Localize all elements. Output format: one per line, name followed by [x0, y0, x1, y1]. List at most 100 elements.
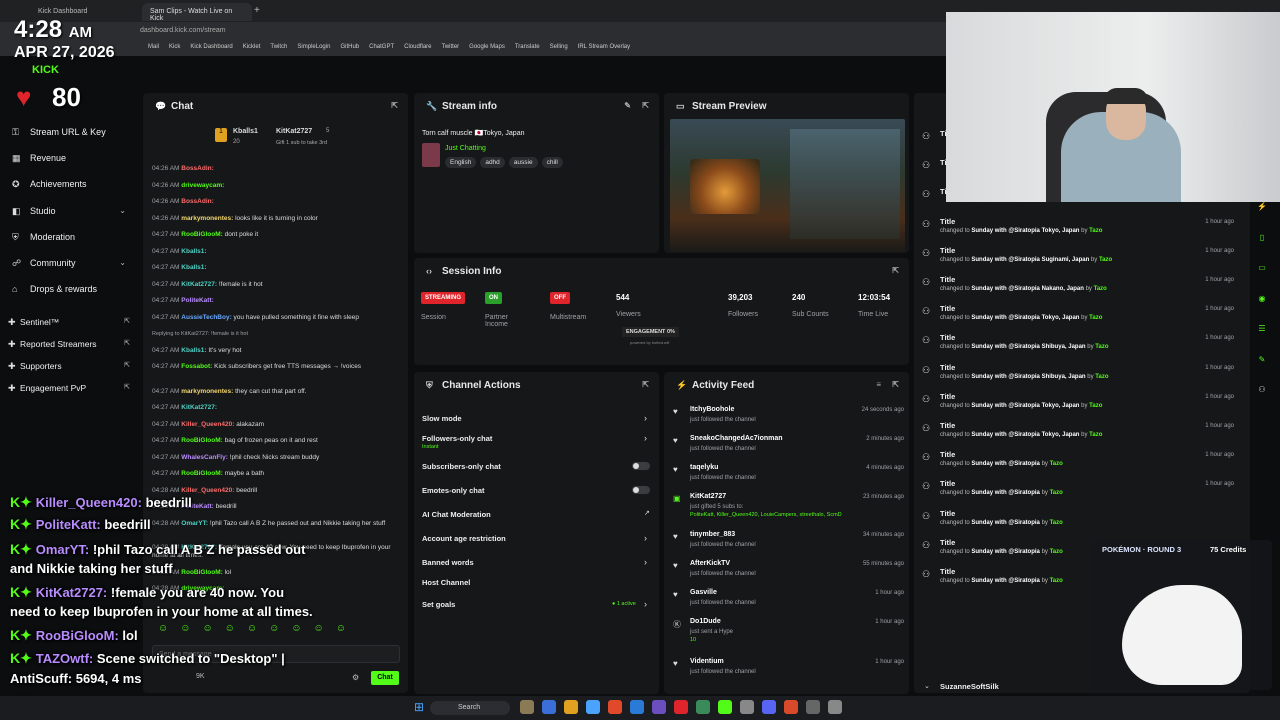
sidebar-item[interactable]: ⌂ Drops & rewards [0, 278, 140, 302]
activity-username[interactable]: Videntium [690, 658, 724, 665]
tag-chip[interactable]: chill [541, 157, 563, 168]
bookmark-item[interactable]: Cloudflare [404, 44, 431, 56]
bookmark-item[interactable]: Twitch [270, 44, 287, 56]
sidebar-item[interactable]: ▦ Revenue [0, 147, 140, 171]
pinned-user-2[interactable]: KitKat2727 [276, 128, 312, 135]
activity-username[interactable]: tinymber_883 [690, 531, 735, 538]
activity-username[interactable]: Gasville [690, 589, 717, 596]
taskbar-app-icon[interactable] [762, 700, 776, 714]
history-author[interactable]: Tazo [1089, 315, 1102, 321]
edit-icon[interactable]: ✎ [624, 101, 631, 110]
taskbar-app-icon[interactable] [718, 700, 732, 714]
chat-username[interactable]: markymonentes: [181, 215, 235, 222]
emote-icon[interactable]: ☺ [225, 623, 235, 637]
chat-send-button[interactable]: Chat [371, 671, 399, 685]
taskbar-app-icon[interactable] [784, 700, 798, 714]
chat-username[interactable]: Fossabot: [181, 363, 214, 370]
bookmark-item[interactable]: Google Maps [469, 44, 505, 56]
taskbar-app-icon[interactable] [586, 700, 600, 714]
sidebar-extension[interactable]: ✚ Engagement PvP ⇱ [0, 377, 140, 401]
emote-icon[interactable]: ☺ [202, 623, 212, 637]
sidebar-extension[interactable]: ✚ Sentinel™ ⇱ [0, 311, 140, 335]
taskbar-search[interactable]: Search [430, 701, 510, 715]
history-author[interactable]: Tazo [1094, 286, 1107, 292]
history-author[interactable]: Tazo [1050, 461, 1063, 467]
chat-username[interactable]: KitKat2727: [181, 404, 217, 411]
history-author[interactable]: Tazo [1089, 403, 1102, 409]
rail-users-icon[interactable]: ⚇ [1256, 385, 1268, 397]
windows-start-icon[interactable]: ⊞ [414, 700, 424, 714]
sidebar-item[interactable]: ⛨ Moderation [0, 226, 140, 250]
popout-icon[interactable]: ⇱ [124, 317, 130, 325]
browser-tab-active[interactable]: Sam Clips - Watch Live on Kick [142, 3, 252, 22]
emote-icon[interactable]: ☺ [314, 623, 324, 637]
history-author[interactable]: Tazo [1050, 578, 1063, 584]
rail-wrench-icon[interactable]: ✎ [1256, 355, 1268, 367]
pinned-user-1[interactable]: Kballs1 [233, 128, 258, 135]
bookmark-item[interactable]: Mail [148, 44, 159, 56]
sidebar-extension[interactable]: ✚ Reported Streamers ⇱ [0, 333, 140, 357]
bookmark-item[interactable]: Kicklet [243, 44, 261, 56]
chat-username[interactable]: BossAdin: [181, 165, 214, 172]
bookmark-item[interactable]: Translate [515, 44, 540, 56]
chat-username[interactable]: drivewaycam: [181, 182, 224, 189]
taskbar-app-icon[interactable] [828, 700, 842, 714]
multistream-badge[interactable]: OFF [550, 292, 570, 304]
chevron-right-icon[interactable]: › [644, 599, 647, 609]
bookmark-item[interactable]: Kick [169, 44, 180, 56]
category-label[interactable]: Just Chatting [445, 145, 486, 152]
activity-username[interactable]: SneakoChangedAc7ionman [690, 435, 783, 442]
bookmark-item[interactable]: GitHub [340, 44, 359, 56]
chat-username[interactable]: markymonentes: [181, 388, 235, 395]
chat-username[interactable]: PoliteKatt: [181, 297, 214, 304]
emote-icon[interactable]: ☺ [158, 623, 168, 637]
chat-username[interactable]: AussieTechBoy: [181, 314, 233, 321]
tag-chip[interactable]: adhd [480, 157, 505, 168]
history-author[interactable]: Tazo [1050, 549, 1063, 555]
chat-username[interactable]: WhalesCanFly: [181, 454, 229, 461]
sidebar-item[interactable]: ✪ Achievements [0, 173, 140, 197]
rail-chat-icon[interactable]: ▭ [1256, 263, 1268, 275]
bookmark-item[interactable]: Twitter [442, 44, 460, 56]
partner-badge[interactable]: ON [485, 292, 502, 304]
activity-username[interactable]: Do1Dude [690, 618, 721, 625]
taskbar-app-icon[interactable] [630, 700, 644, 714]
sidebar-item[interactable]: ⚿ Stream URL & Key [0, 121, 140, 145]
taskbar-app-icon[interactable] [608, 700, 622, 714]
history-author[interactable]: Tazo [1095, 344, 1108, 350]
chat-username[interactable]: RooBiGlooM: [181, 470, 224, 477]
chat-username[interactable]: Replying to KitKat2727: !female is it ho… [152, 331, 248, 337]
chat-username[interactable]: Kballs1: [181, 264, 206, 271]
tag-chip[interactable]: English [445, 157, 477, 168]
taskbar-app-icon[interactable] [696, 700, 710, 714]
bookmark-item[interactable]: ChatGPT [369, 44, 394, 56]
chat-username[interactable]: RooBiGlooM: [181, 437, 224, 444]
emote-icon[interactable]: ☺ [180, 623, 190, 637]
popout-icon[interactable]: ⇱ [391, 101, 398, 110]
chevron-down-icon[interactable]: ⌄ [924, 682, 930, 690]
popout-icon[interactable]: ⇱ [642, 380, 649, 389]
chevron-right-icon[interactable]: › [644, 533, 647, 543]
chat-username[interactable]: BossAdin: [181, 198, 214, 205]
chat-username[interactable]: KitKat2727: [181, 281, 219, 288]
activity-username[interactable]: AfterKickTV [690, 560, 730, 567]
emote-icon[interactable]: ☺ [269, 623, 279, 637]
chat-username[interactable]: Kballs1: [181, 248, 206, 255]
bookmark-item[interactable]: SimpleLogin [297, 44, 330, 56]
chat-username[interactable]: RooBiGlooM: [181, 569, 224, 576]
popout-icon[interactable]: ⇱ [892, 380, 899, 389]
emote-icon[interactable]: ☺ [291, 623, 301, 637]
history-author[interactable]: Tazo [1089, 432, 1102, 438]
rail-bolt-icon[interactable]: ⚡ [1256, 202, 1268, 214]
taskbar-app-icon[interactable] [806, 700, 820, 714]
rail-list-icon[interactable]: ☰ [1256, 324, 1268, 336]
history-author[interactable]: Tazo [1050, 490, 1063, 496]
toggle-switch[interactable] [632, 486, 650, 494]
taskbar-app-icon[interactable] [674, 700, 688, 714]
taskbar-app-icon[interactable] [740, 700, 754, 714]
emote-icon[interactable]: ☺ [247, 623, 257, 637]
toggle-switch[interactable] [632, 462, 650, 470]
external-link-icon[interactable]: ↗ [644, 509, 650, 517]
chat-username[interactable]: Killer_Queen420: [181, 421, 236, 428]
emote-icon[interactable]: ☺ [336, 623, 346, 637]
